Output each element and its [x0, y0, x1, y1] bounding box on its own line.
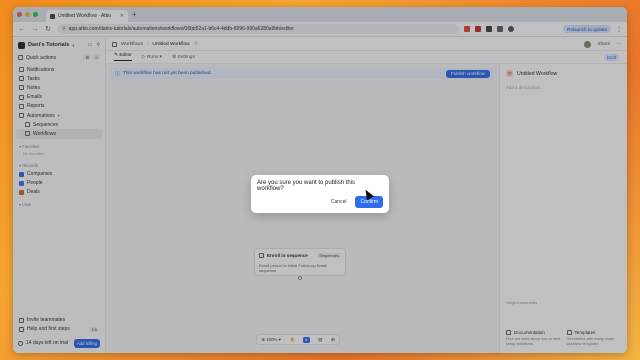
cancel-button[interactable]: Cancel [328, 197, 350, 207]
